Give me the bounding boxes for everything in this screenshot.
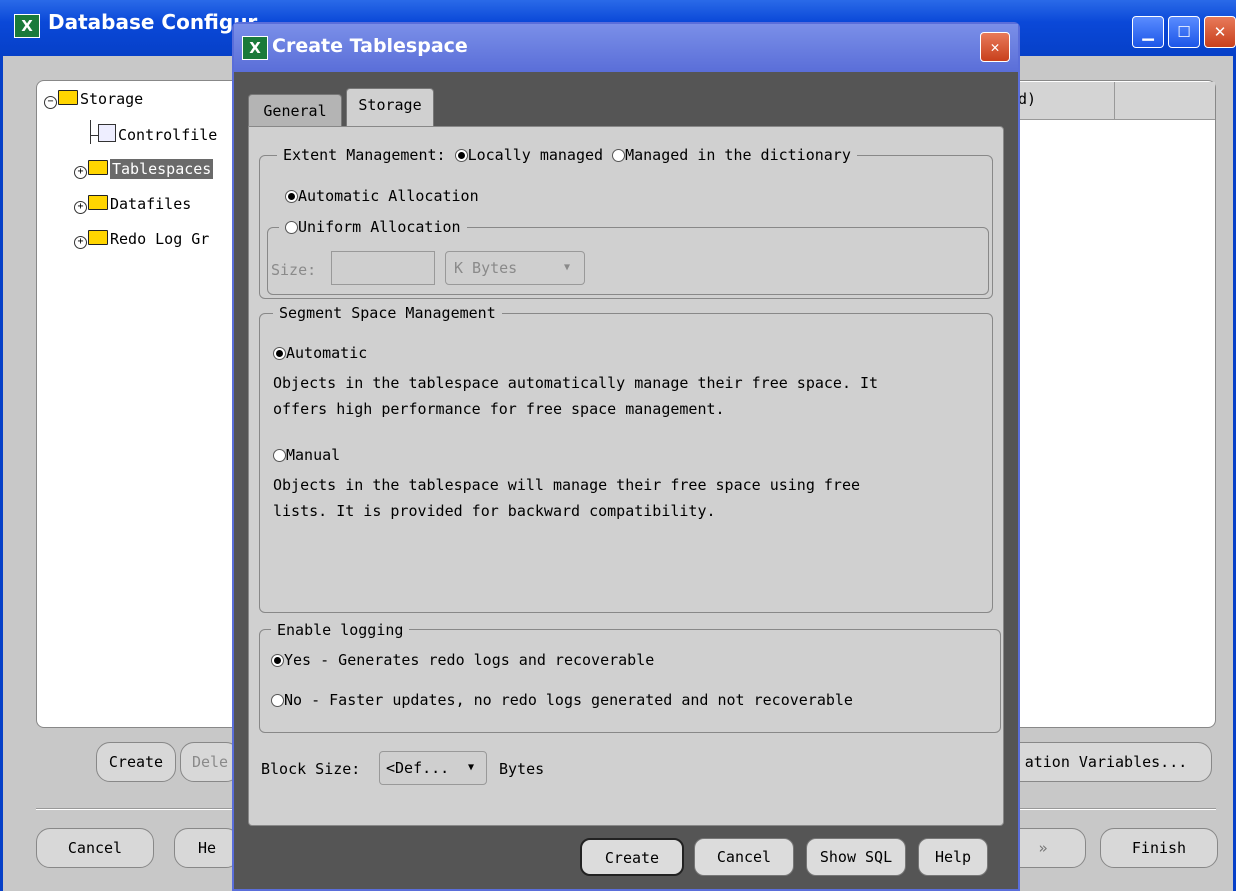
- segment-space-legend: Segment Space Management: [273, 304, 502, 322]
- column-divider: [1114, 82, 1115, 120]
- logging-no-option[interactable]: No - Faster updates, no redo logs genera…: [271, 691, 853, 709]
- logging-yes-label[interactable]: Yes - Generates redo logs and recoverabl…: [284, 651, 654, 669]
- dialog-title: Create Tablespace: [272, 35, 468, 57]
- locally-managed-label[interactable]: Locally managed: [468, 146, 603, 164]
- block-size-value: <Def...: [386, 759, 450, 777]
- logging-yes-radio[interactable]: [271, 654, 284, 667]
- enable-logging-group: [259, 629, 1001, 733]
- folder-icon: [88, 230, 108, 245]
- logging-yes-option[interactable]: Yes - Generates redo logs and recoverabl…: [271, 651, 654, 669]
- enable-logging-legend: Enable logging: [271, 621, 410, 639]
- expand-icon[interactable]: +: [74, 201, 87, 214]
- tree-label: Redo Log Gr: [110, 230, 210, 248]
- help-button[interactable]: He: [174, 828, 240, 868]
- extent-management-label: Extent Management:: [283, 146, 446, 164]
- finish-button[interactable]: Finish: [1100, 828, 1218, 868]
- table-header-label: d): [1018, 90, 1037, 108]
- tree-node-controlfile[interactable]: Controlfile: [90, 124, 217, 144]
- folder-icon: [88, 195, 108, 210]
- logging-no-radio[interactable]: [271, 694, 284, 707]
- size-input[interactable]: [331, 251, 435, 285]
- block-size-select[interactable]: <Def... ▼: [379, 751, 487, 785]
- background-window-title: Database Configur: [48, 10, 258, 34]
- block-size-unit: Bytes: [499, 760, 545, 778]
- segment-manual-description: lists. It is provided for backward compa…: [273, 502, 716, 520]
- delete-button[interactable]: Dele: [180, 742, 240, 782]
- size-unit-value: K Bytes: [454, 259, 518, 277]
- segment-manual-radio[interactable]: [273, 449, 286, 462]
- tab-storage[interactable]: Storage: [346, 88, 434, 128]
- segment-manual-description: Objects in the tablespace will manage th…: [273, 476, 860, 494]
- automatic-allocation-radio[interactable]: [285, 190, 298, 203]
- close-button[interactable]: ✕: [1204, 16, 1236, 48]
- controlfile-icon: [98, 124, 116, 142]
- segment-automatic-radio[interactable]: [273, 347, 286, 360]
- segment-manual-label[interactable]: Manual: [286, 446, 340, 464]
- logging-no-label[interactable]: No - Faster updates, no redo logs genera…: [284, 691, 853, 709]
- collapse-icon[interactable]: −: [44, 96, 57, 109]
- tree-connector: [90, 135, 98, 136]
- table-header: d): [1010, 82, 1215, 120]
- chevron-down-icon: ▼: [564, 262, 571, 273]
- create-tablespace-dialog: X Create Tablespace ✕ General Storage Ex…: [232, 22, 1020, 891]
- tree-node-datafiles[interactable]: + Datafiles: [74, 195, 191, 214]
- segment-automatic-description: Objects in the tablespace automatically …: [273, 374, 879, 392]
- close-icon[interactable]: ✕: [980, 32, 1010, 62]
- tree-node-tablespaces[interactable]: + Tablespaces: [74, 159, 214, 179]
- tree-label: Datafiles: [110, 195, 192, 213]
- dictionary-managed-radio[interactable]: [612, 149, 626, 162]
- uniform-allocation-label[interactable]: Uniform Allocation: [298, 218, 461, 236]
- create-button[interactable]: Create: [580, 838, 684, 876]
- storage-variables-button[interactable]: ation Variables...: [1000, 742, 1212, 782]
- segment-automatic-option[interactable]: Automatic: [273, 344, 367, 362]
- uniform-allocation-radio[interactable]: [285, 221, 298, 234]
- expand-icon[interactable]: +: [74, 236, 87, 249]
- size-unit-select[interactable]: K Bytes ▼: [445, 251, 585, 285]
- storage-tab-panel: Extent Management: Locally managed Manag…: [248, 126, 1004, 826]
- automatic-allocation-option[interactable]: Automatic Allocation: [285, 187, 479, 205]
- folder-icon: [58, 90, 78, 105]
- tree-label: Controlfile: [118, 126, 218, 144]
- folder-icon: [88, 160, 108, 175]
- minimize-button[interactable]: ▁: [1132, 16, 1164, 48]
- block-size-label: Block Size:: [261, 760, 361, 778]
- tree-label: Storage: [80, 90, 144, 108]
- uniform-allocation-option[interactable]: Uniform Allocation: [279, 218, 467, 236]
- cancel-button[interactable]: Cancel: [36, 828, 154, 868]
- segment-automatic-label[interactable]: Automatic: [286, 344, 367, 362]
- app-icon: X: [242, 36, 268, 60]
- size-label: Size:: [271, 261, 317, 279]
- dictionary-managed-label[interactable]: Managed in the dictionary: [625, 146, 851, 164]
- segment-automatic-description: offers high performance for free space m…: [273, 400, 725, 418]
- expand-icon[interactable]: +: [74, 166, 87, 179]
- segment-space-group: [259, 313, 993, 613]
- maximize-button[interactable]: ☐: [1168, 16, 1200, 48]
- chevron-down-icon: ▼: [468, 762, 475, 773]
- app-icon: X: [14, 14, 40, 38]
- extent-management-legend: Extent Management: Locally managed Manag…: [277, 146, 857, 164]
- tab-general[interactable]: General: [248, 94, 342, 128]
- cancel-button[interactable]: Cancel: [694, 838, 794, 876]
- automatic-allocation-label[interactable]: Automatic Allocation: [298, 187, 479, 205]
- show-sql-button[interactable]: Show SQL: [806, 838, 906, 876]
- tree-label: Tablespaces: [110, 159, 214, 179]
- locally-managed-radio[interactable]: [454, 149, 468, 162]
- create-button[interactable]: Create: [96, 742, 176, 782]
- tree-node-storage[interactable]: − Storage: [44, 90, 143, 109]
- segment-manual-option[interactable]: Manual: [273, 446, 340, 464]
- help-button[interactable]: Help: [918, 838, 988, 876]
- tree-node-redo-log-groups[interactable]: + Redo Log Gr: [74, 230, 209, 249]
